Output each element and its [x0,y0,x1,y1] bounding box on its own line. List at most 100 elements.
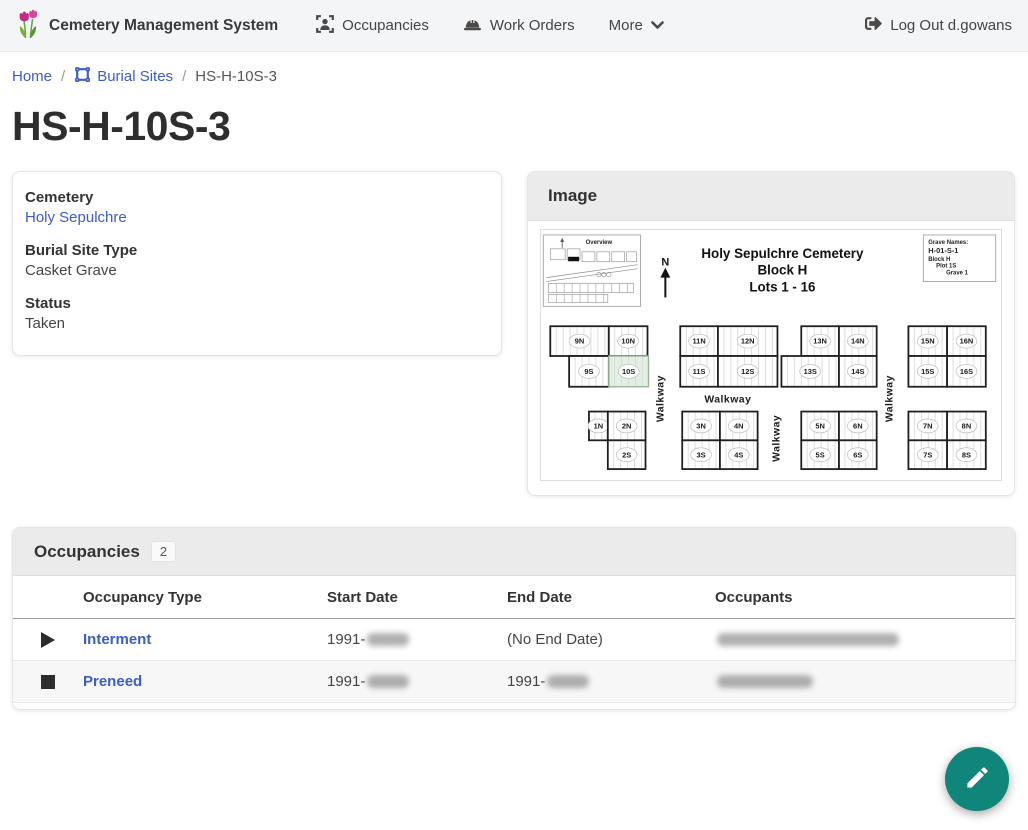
svg-text:6N: 6N [853,422,863,431]
breadcrumb: Home / Burial Sites / HS-H-10S-3 [0,52,1028,87]
edit-button[interactable] [945,747,1009,811]
redacted-text [547,675,589,688]
hard-hat-icon [463,15,482,37]
svg-text:10N: 10N [621,337,635,346]
occupancy-type-link[interactable]: Interment [83,631,151,648]
breadcrumb-separator: / [182,68,186,85]
column-start-date: Start Date [327,576,507,619]
svg-text:Holy Sepulchre Cemetery: Holy Sepulchre Cemetery [701,246,864,261]
svg-text:N: N [661,257,669,269]
nav-item-occupancies[interactable]: Occupancies [316,15,429,37]
nav-item-label: More [609,17,643,34]
breadcrumb-home-link[interactable]: Home [12,68,52,85]
field-status: Status Taken [25,295,489,332]
nav-items: Occupancies Work Orders More [316,15,664,37]
field-label: Status [25,295,489,312]
occupancies-header: Occupancies 2 [13,528,1015,576]
svg-text:11N: 11N [692,337,705,346]
svg-text:6S: 6S [853,450,862,459]
status-cell [13,661,83,703]
navbar: Cemetery Management System Occupancies W… [0,0,1028,52]
play-icon [41,632,55,648]
svg-text:16N: 16N [960,337,974,346]
nav-item-more[interactable]: More [609,17,664,34]
svg-text:Walkway: Walkway [704,395,751,406]
field-label: Cemetery [25,189,489,206]
redacted-text [717,633,899,646]
svg-text:12N: 12N [741,337,755,346]
cemetery-link[interactable]: Holy Sepulchre [25,209,127,226]
chevron-down-icon [651,17,664,34]
svg-text:Walkway: Walkway [771,415,782,462]
redacted-text [717,675,813,688]
svg-text:14N: 14N [851,337,865,346]
breadcrumb-burial-sites-link[interactable]: Burial Sites [74,66,173,87]
breadcrumb-burial-sites-label: Burial Sites [97,68,173,85]
occupancies-title: Occupancies [34,542,140,562]
start-date-cell: 1991- [327,661,507,703]
svg-text:5N: 5N [815,422,825,431]
vector-square-icon [74,66,91,87]
field-value: Taken [25,315,489,332]
stop-icon [41,675,55,689]
svg-text:Walkway: Walkway [885,375,896,422]
nav-item-work-orders[interactable]: Work Orders [463,15,575,37]
svg-text:Walkway: Walkway [655,375,666,422]
column-end-date: End Date [507,576,715,619]
occupancy-type-link[interactable]: Preneed [83,673,142,690]
column-occupants: Occupants [715,576,1015,619]
svg-text:Overview: Overview [586,240,613,246]
logout-button[interactable]: Log Out d.gowans [865,15,1012,36]
redacted-text [367,675,409,688]
svg-text:8S: 8S [962,450,971,459]
pencil-icon [964,764,991,794]
date-prefix: 1991- [327,631,365,648]
details-card: Cemetery Holy Sepulchre Burial Site Type… [12,171,502,356]
svg-text:12S: 12S [741,367,754,376]
breadcrumb-separator: / [61,68,65,85]
occupancies-icon [316,15,334,37]
svg-text:9S: 9S [584,367,593,376]
svg-text:Block H: Block H [928,257,950,263]
svg-text:2N: 2N [622,422,632,431]
occupancies-count-badge: 2 [151,541,176,562]
svg-text:9N: 9N [575,337,585,346]
svg-text:5S: 5S [816,450,825,459]
date-prefix: 1991- [327,673,365,690]
svg-text:13S: 13S [804,367,817,376]
cards-row: Cemetery Holy Sepulchre Burial Site Type… [12,171,1016,496]
svg-text:8N: 8N [962,422,972,431]
redacted-text [367,633,409,646]
svg-text:15N: 15N [921,337,935,346]
logout-label: Log Out d.gowans [890,17,1012,34]
svg-text:14S: 14S [851,367,864,376]
table-row-interment: Interment 1991- (No End Date) [13,619,1015,661]
svg-text:10S: 10S [622,367,635,376]
svg-text:Block H: Block H [758,263,808,278]
image-card: Image Overview N Holy Sepulchre Cemetery Bl… [527,171,1015,496]
status-cell [13,619,83,661]
image-card-header: Image [528,172,1014,221]
table-bottom-padding [13,703,1015,709]
end-date-cell: 1991- [507,661,715,703]
svg-text:H-01-S-1: H-01-S-1 [928,246,958,255]
svg-text:13N: 13N [813,337,827,346]
field-value: Casket Grave [25,262,489,279]
svg-text:7S: 7S [923,450,932,459]
field-cemetery: Cemetery Holy Sepulchre [25,189,489,226]
cemetery-plot-map-image: Overview N Holy Sepulchre Cemetery Block H L… [540,229,1002,481]
field-label: Burial Site Type [25,242,489,259]
nav-item-label: Work Orders [490,17,575,34]
status-icon-column [13,576,83,619]
svg-text:2S: 2S [622,450,631,459]
end-date-cell: (No End Date) [507,619,715,661]
occupants-cell [715,619,1015,661]
svg-text:Lots 1 - 16: Lots 1 - 16 [749,280,815,295]
date-prefix: 1991- [507,673,545,690]
nav-item-label: Occupancies [342,17,429,34]
svg-text:1N: 1N [594,422,604,431]
brand[interactable]: Cemetery Management System [16,8,278,44]
page-title: HS-H-10S-3 [12,103,1028,150]
table-row-preneed: Preneed 1991- 1991- [13,661,1015,703]
column-occupancy-type: Occupancy Type [83,576,327,619]
